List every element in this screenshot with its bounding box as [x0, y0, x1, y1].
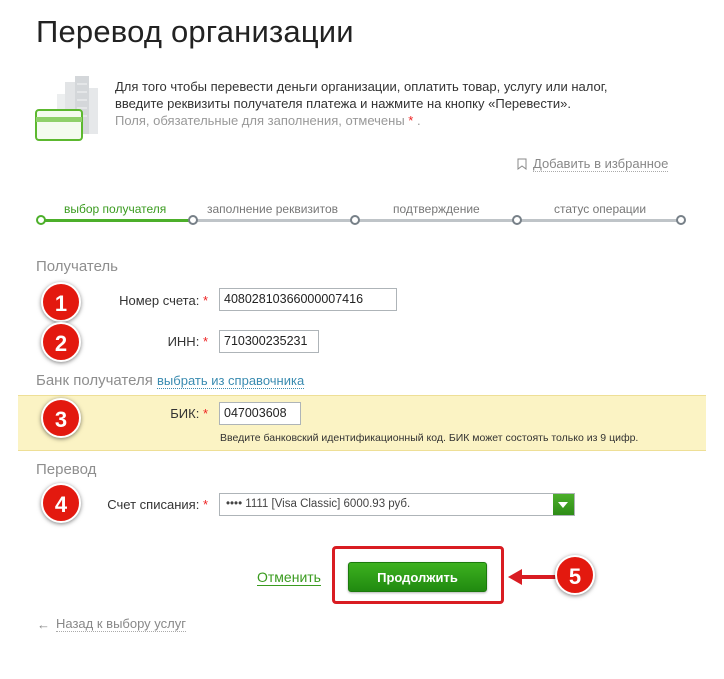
debit-account-label: Счет списания: * — [96, 497, 208, 512]
step-dot-3 — [350, 215, 360, 225]
step-dot-2 — [188, 215, 198, 225]
step-label-recipient: выбор получателя — [64, 202, 167, 216]
add-to-favorites-link[interactable]: Добавить в избранное — [533, 156, 669, 172]
intro-line-2: введите реквизиты получателя платежа и н… — [115, 96, 571, 111]
card-building-icon — [35, 76, 98, 141]
required-note-text: Поля, обязательные для заполнения, отмеч… — [115, 113, 405, 128]
required-mark: * — [408, 113, 414, 128]
debit-account-label-text: Счет списания: — [107, 497, 200, 512]
section-transfer: Перевод — [36, 461, 97, 478]
account-label: Номер счета: * — [96, 293, 208, 308]
arrow-left-icon: ← — [37, 616, 50, 632]
page-title: Перевод организации — [36, 14, 354, 49]
step-badge-1: 1 — [41, 282, 81, 322]
bik-label: БИК: * — [96, 406, 208, 421]
step-dot-1 — [36, 215, 46, 225]
debit-account-value: •••• 1111 [Visa Classic] 6000.93 руб. — [226, 498, 411, 510]
step-badge-5: 5 — [555, 555, 595, 595]
back-to-services[interactable]: ← Назад к выбору услуг — [37, 616, 186, 632]
choose-from-directory-link[interactable]: выбрать из справочника — [157, 373, 305, 389]
inn-required-mark: * — [202, 334, 208, 349]
required-note-tail: . — [416, 113, 421, 128]
step-badge-4: 4 — [41, 483, 81, 523]
debit-account-required-mark: * — [202, 497, 208, 512]
progress-steps: выбор получателя заполнение реквизитов п… — [36, 200, 686, 230]
bik-input[interactable]: 047003608 — [219, 402, 301, 425]
inn-input[interactable]: 710300235231 — [219, 330, 319, 353]
bik-label-text: БИК: — [170, 406, 200, 421]
debit-account-select[interactable]: •••• 1111 [Visa Classic] 6000.93 руб. — [219, 493, 575, 516]
required-note: Поля, обязательные для заполнения, отмеч… — [115, 112, 695, 129]
account-required-mark: * — [202, 293, 208, 308]
back-to-services-link[interactable]: Назад к выбору услуг — [56, 616, 186, 632]
step-label-status: статус операции — [554, 202, 647, 216]
continue-button[interactable]: Продолжить — [348, 562, 487, 592]
section-recipient: Получатель — [36, 258, 118, 275]
intro-line-1: Для того чтобы перевести деньги организа… — [115, 79, 608, 94]
step-dot-4 — [512, 215, 522, 225]
cancel-link[interactable]: Отменить — [257, 570, 321, 586]
steps-track-progress — [40, 219, 193, 222]
intro-text: Для того чтобы перевести деньги организа… — [115, 78, 695, 129]
section-bank: Банк получателя выбрать из справочника — [36, 372, 305, 389]
step-dot-5 — [676, 215, 686, 225]
account-number-input[interactable]: 40802810366000007416 — [219, 288, 397, 311]
account-label-text: Номер счета: — [119, 293, 200, 308]
step-label-confirmation: подтверждение — [393, 202, 480, 216]
arrow-left-annotation-icon — [508, 569, 560, 585]
step-badge-2: 2 — [41, 322, 81, 362]
section-bank-title: Банк получателя — [36, 372, 153, 389]
chevron-down-icon[interactable] — [553, 494, 574, 515]
step-label-details: заполнение реквизитов — [207, 202, 339, 216]
bik-hint: Введите банковский идентификационный код… — [220, 432, 639, 444]
inn-label: ИНН: * — [96, 334, 208, 349]
favorites[interactable]: Добавить в избранное — [517, 156, 669, 172]
bik-required-mark: * — [202, 406, 208, 421]
step-badge-3: 3 — [41, 398, 81, 438]
bookmark-icon — [517, 158, 527, 170]
inn-label-text: ИНН: — [167, 334, 200, 349]
